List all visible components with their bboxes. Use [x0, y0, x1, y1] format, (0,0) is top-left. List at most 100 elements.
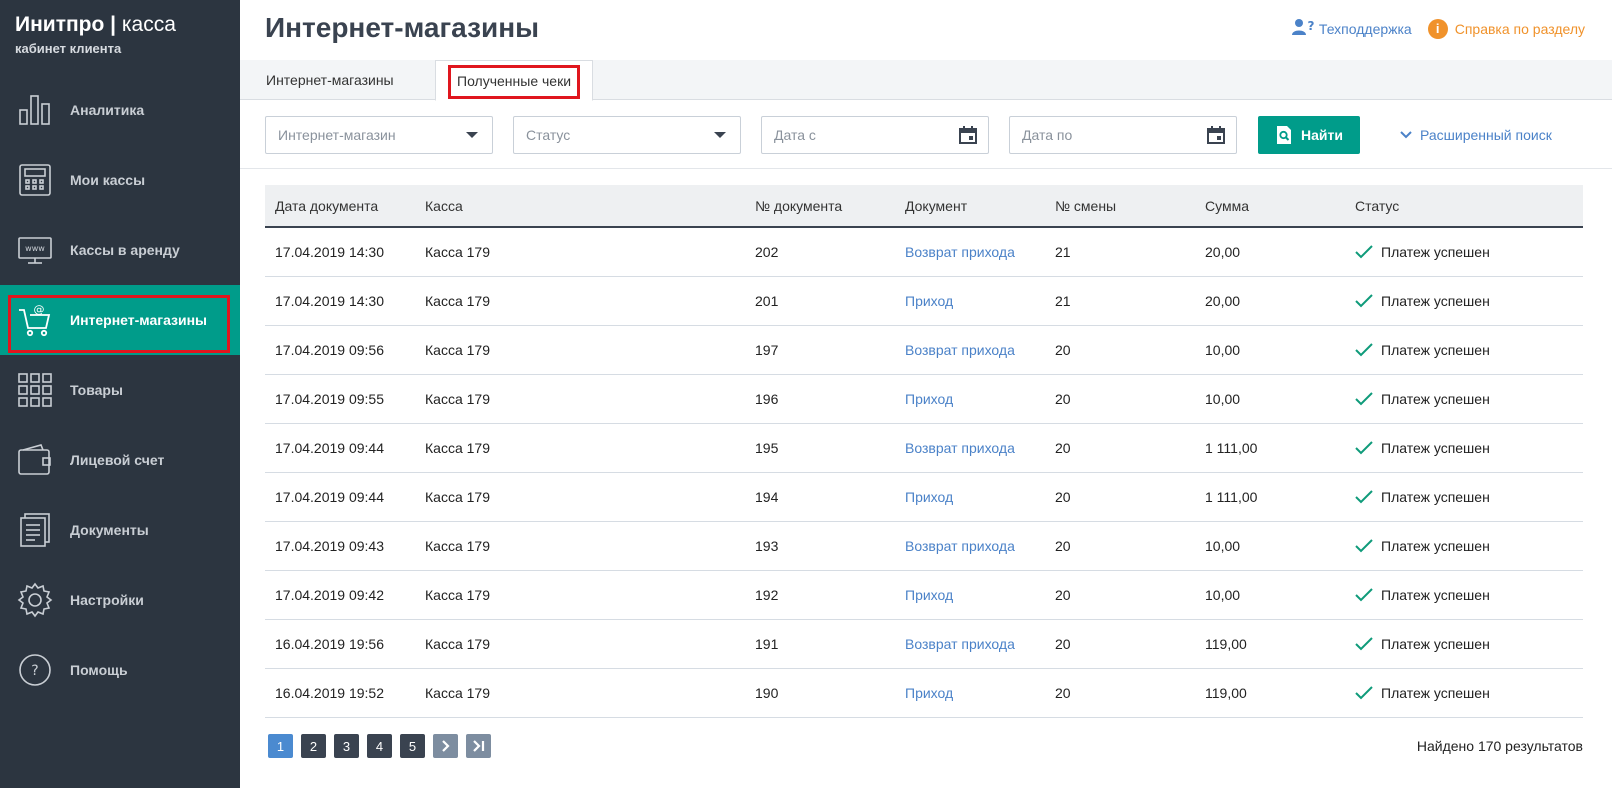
- cell-amount: 1 111,00: [1205, 440, 1258, 456]
- sidebar-item-account[interactable]: Лицевой счет: [0, 425, 240, 495]
- check-icon: [1355, 686, 1373, 700]
- document-link[interactable]: Возврат прихода: [905, 636, 1015, 652]
- document-link[interactable]: Приход: [905, 391, 953, 407]
- check-icon: [1355, 588, 1373, 602]
- sidebar-item-goods[interactable]: Товары: [0, 355, 240, 425]
- check-icon: [1355, 539, 1373, 553]
- sidebar-item-my-cashboxes[interactable]: Мои кассы: [0, 145, 240, 215]
- table-row[interactable]: 17.04.2019 09:55 Касса 179 196 Приход 20 10,0…: [265, 375, 1583, 424]
- table-row[interactable]: 17.04.2019 09:44 Касса 179 194 Приход 20 1 11…: [265, 473, 1583, 522]
- table-row[interactable]: 17.04.2019 14:30 Касса 179 201 Приход 21 20,0…: [265, 277, 1583, 326]
- support-link[interactable]: ? Техподдержка: [1291, 18, 1412, 39]
- sidebar-item-online-shops[interactable]: @ Интернет-магазины: [0, 285, 240, 355]
- chevron-right-icon: [441, 740, 450, 752]
- cell-amount: 10,00: [1205, 342, 1241, 358]
- status-badge: Платеж успешен: [1355, 293, 1583, 309]
- cell-shift: 20: [1055, 489, 1071, 505]
- last-page-button[interactable]: [466, 734, 491, 758]
- sidebar-item-label: Мои кассы: [70, 172, 146, 188]
- logo[interactable]: Инитпро | касса кабинет клиента: [15, 13, 176, 56]
- cell-shift: 21: [1055, 244, 1071, 260]
- cell-shift: 20: [1055, 342, 1071, 358]
- svg-text:?: ?: [1307, 19, 1314, 33]
- date-to-input[interactable]: Дата по: [1009, 116, 1237, 154]
- document-link[interactable]: Возврат прихода: [905, 538, 1015, 554]
- check-icon: [1355, 637, 1373, 651]
- column-header-document[interactable]: Документ: [895, 198, 1045, 214]
- document-link[interactable]: Возврат прихода: [905, 342, 1015, 358]
- status-text: Платеж успешен: [1381, 489, 1490, 505]
- status-text: Платеж успешен: [1381, 244, 1490, 260]
- cell-doc-number: 195: [755, 440, 779, 456]
- table-row[interactable]: 17.04.2019 09:56 Касса 179 197 Возврат прих…: [265, 326, 1583, 375]
- cell-date: 17.04.2019 09:44: [275, 440, 384, 456]
- sidebar-item-help[interactable]: ? Помощь: [0, 635, 240, 705]
- cell-status: Платеж успешен: [1345, 440, 1583, 456]
- page-1-button[interactable]: 1: [268, 734, 293, 758]
- status-badge: Платеж успешен: [1355, 636, 1583, 652]
- sidebar-item-analytics[interactable]: Аналитика: [0, 75, 240, 145]
- document-link[interactable]: Приход: [905, 685, 953, 701]
- calendar-icon[interactable]: [1206, 125, 1226, 145]
- check-icon: [1355, 245, 1373, 259]
- document-link[interactable]: Возврат прихода: [905, 244, 1015, 260]
- table-row[interactable]: 16.04.2019 19:52 Касса 179 190 Приход 20 119,…: [265, 669, 1583, 718]
- cell-status: Платеж успешен: [1345, 244, 1583, 260]
- sidebar-item-rent-cashboxes[interactable]: www Кассы в аренду: [0, 215, 240, 285]
- section-help-link[interactable]: i Справка по разделу: [1427, 18, 1585, 39]
- sidebar-item-settings[interactable]: Настройки: [0, 565, 240, 635]
- cell-doc-number: 191: [755, 636, 779, 652]
- table-row[interactable]: 17.04.2019 14:30 Касса 179 202 Возврат прих…: [265, 228, 1583, 277]
- cell-date: 16.04.2019 19:52: [275, 685, 384, 701]
- sidebar-item-label: Помощь: [70, 662, 128, 678]
- page-3-button[interactable]: 3: [334, 734, 359, 758]
- question-circle-icon: ?: [17, 652, 53, 688]
- calendar-icon[interactable]: [958, 125, 978, 145]
- tab-received-receipts[interactable]: Полученные чеки: [435, 60, 594, 101]
- column-header-shift[interactable]: № смены: [1045, 198, 1195, 214]
- tab-online-shops[interactable]: Интернет-магазины: [240, 60, 420, 100]
- page-5-button[interactable]: 5: [400, 734, 425, 758]
- status-badge: Платеж успешен: [1355, 440, 1583, 456]
- table-row[interactable]: 17.04.2019 09:43 Касса 179 193 Возврат прих…: [265, 522, 1583, 571]
- date-from-input[interactable]: Дата с: [761, 116, 989, 154]
- page-2-button[interactable]: 2: [301, 734, 326, 758]
- tab-received-receipts-label: Полученные чеки: [457, 73, 572, 89]
- cell-amount: 20,00: [1205, 244, 1241, 260]
- last-page-icon: [472, 740, 484, 752]
- table-row[interactable]: 16.04.2019 19:56 Касса 179 191 Возврат прих…: [265, 620, 1583, 669]
- column-header-cashbox[interactable]: Касса: [415, 198, 745, 214]
- cell-date: 17.04.2019 09:55: [275, 391, 384, 407]
- shop-select[interactable]: Интернет-магазин: [265, 116, 493, 154]
- user-question-icon: ?: [1291, 18, 1315, 39]
- status-select[interactable]: Статус: [513, 116, 741, 154]
- cell-doc-number: 196: [755, 391, 779, 407]
- cell-date: 17.04.2019 09:56: [275, 342, 384, 358]
- advanced-search-link[interactable]: Расширенный поиск: [1400, 116, 1552, 154]
- caret-down-icon: [466, 132, 478, 138]
- cell-document: Возврат прихода: [895, 342, 1045, 358]
- cell-document: Приход: [895, 391, 1045, 407]
- status-badge: Платеж успешен: [1355, 244, 1583, 260]
- find-button[interactable]: Найти: [1258, 116, 1360, 154]
- column-header-status[interactable]: Статус: [1345, 198, 1583, 214]
- cell-shift: 21: [1055, 293, 1071, 309]
- next-page-button[interactable]: [433, 734, 458, 758]
- document-link[interactable]: Приход: [905, 293, 953, 309]
- document-link[interactable]: Возврат прихода: [905, 440, 1015, 456]
- www-monitor-icon: www: [17, 232, 53, 268]
- document-link[interactable]: Приход: [905, 587, 953, 603]
- sidebar-item-label: Настройки: [70, 592, 144, 608]
- check-icon: [1355, 392, 1373, 406]
- table-row[interactable]: 17.04.2019 09:42 Касса 179 192 Приход 20 10,0…: [265, 571, 1583, 620]
- page-title: Интернет-магазины: [265, 12, 540, 43]
- table-header: Дата документа Касса № документа Докумен…: [265, 185, 1583, 228]
- cell-shift: 20: [1055, 538, 1071, 554]
- column-header-amount[interactable]: Сумма: [1195, 198, 1345, 214]
- column-header-date[interactable]: Дата документа: [265, 198, 415, 214]
- sidebar-item-documents[interactable]: Документы: [0, 495, 240, 565]
- table-row[interactable]: 17.04.2019 09:44 Касса 179 195 Возврат прих…: [265, 424, 1583, 473]
- column-header-doc-number[interactable]: № документа: [745, 198, 895, 214]
- page-4-button[interactable]: 4: [367, 734, 392, 758]
- document-link[interactable]: Приход: [905, 489, 953, 505]
